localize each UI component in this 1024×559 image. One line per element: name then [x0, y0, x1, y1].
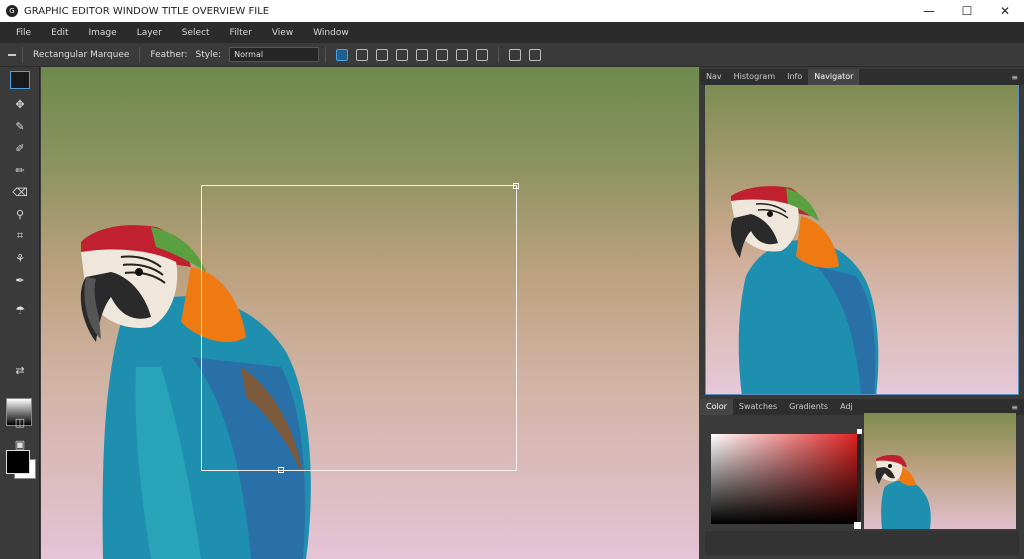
quick-mask-icon[interactable]: ◫ — [10, 413, 30, 431]
status-strip — [705, 531, 1019, 555]
app-logo-icon: G — [6, 5, 18, 17]
menu-item-select[interactable]: Select — [172, 28, 220, 38]
style-select[interactable]: Normal — [229, 47, 320, 62]
tab-nav[interactable]: Nav — [700, 69, 728, 85]
menu-item-view[interactable]: View — [262, 28, 303, 38]
menu-item-layer[interactable]: Layer — [127, 28, 172, 38]
tab-swatches[interactable]: Swatches — [733, 399, 783, 415]
divider — [325, 46, 327, 63]
divider — [139, 46, 141, 63]
window-title: GRAPHIC EDITOR WINDOW TITLE OVERVIEW FIL… — [24, 5, 270, 17]
move-tool-icon[interactable]: ✥ — [10, 95, 30, 113]
foreground-color-tool[interactable] — [10, 71, 30, 89]
feather-label: Feather: — [150, 49, 188, 60]
tab-color[interactable]: Color — [700, 399, 733, 415]
layers-icon[interactable] — [529, 48, 542, 61]
swap-colors-icon[interactable]: ⇄ — [10, 361, 30, 379]
subtract-selection-icon[interactable] — [376, 48, 389, 61]
tab-info[interactable]: Info — [781, 69, 808, 85]
align-left-icon[interactable] — [416, 48, 429, 61]
lasso-tool-icon[interactable]: ✎ — [10, 117, 30, 135]
align-right-icon[interactable] — [456, 48, 469, 61]
align-center-icon[interactable] — [436, 48, 449, 61]
tab-histogram[interactable]: Histogram — [728, 69, 782, 85]
menu-bar: File Edit Image Layer Select Filter View… — [0, 22, 1024, 43]
smudge-tool-icon[interactable]: ☂ — [10, 301, 30, 319]
distribute-icon[interactable] — [476, 48, 489, 61]
pen-tool-icon[interactable]: ✒ — [10, 271, 30, 289]
options-bar: Rectangular Marquee Feather: Style: Norm… — [0, 43, 1024, 67]
tab-adjustments[interactable]: Adj — [834, 399, 859, 415]
color-picker-field[interactable] — [711, 434, 857, 524]
document-canvas[interactable] — [41, 67, 699, 559]
hue-slider-knob[interactable] — [857, 429, 862, 434]
brush-tool-icon[interactable]: ✐ — [10, 139, 30, 157]
back-icon[interactable] — [8, 53, 16, 56]
menu-item-edit[interactable]: Edit — [41, 28, 78, 38]
menu-item-file[interactable]: File — [6, 28, 41, 38]
tab-gradients[interactable]: Gradients — [783, 399, 834, 415]
menu-item-window[interactable]: Window — [303, 28, 359, 38]
preview-parrot-image — [875, 455, 931, 529]
intersect-selection-icon[interactable] — [396, 48, 409, 61]
grid-icon[interactable] — [509, 48, 522, 61]
eraser-tool-icon[interactable]: ⌫ — [10, 183, 30, 201]
navigator-preview[interactable] — [705, 85, 1019, 395]
foreground-color-swatch[interactable] — [6, 450, 30, 474]
screen-mode-icon[interactable]: ▣ — [10, 435, 30, 453]
close-button[interactable]: ✕ — [986, 0, 1024, 22]
tools-panel: ✥ ✎ ✐ ✏ ⌫ ⚲ ⌗ ⚘ ✒ ☂ ⇄ ◫ ▣ — [0, 67, 40, 559]
menu-item-image[interactable]: Image — [79, 28, 127, 38]
crop-tool-icon[interactable]: ⌗ — [10, 227, 30, 245]
window-titlebar: G GRAPHIC EDITOR WINDOW TITLE OVERVIEW F… — [0, 0, 1024, 22]
panel-menu-icon[interactable]: ≡ — [1011, 73, 1024, 82]
tool-preset-label[interactable]: Rectangular Marquee — [29, 50, 133, 60]
add-selection-icon[interactable] — [356, 48, 369, 61]
layer-preview[interactable] — [864, 413, 1016, 529]
marquee-selection[interactable] — [201, 183, 519, 473]
divider — [498, 46, 500, 63]
divider — [22, 46, 23, 63]
color-panel-menu-icon[interactable]: ≡ — [1011, 403, 1024, 412]
dodge-tool-icon[interactable]: ⚘ — [10, 249, 30, 267]
navigator-panel-tabs: Nav Histogram Info Navigator ≡ — [700, 69, 1024, 85]
hue-slider[interactable] — [857, 430, 861, 526]
selection-handle[interactable] — [513, 183, 519, 189]
style-label: Style: — [195, 49, 222, 60]
menu-item-filter[interactable]: Filter — [220, 28, 262, 38]
navigator-parrot-image — [730, 186, 879, 394]
color-picker-knob[interactable] — [854, 522, 861, 529]
stamp-tool-icon[interactable]: ⚲ — [10, 205, 30, 223]
pencil-tool-icon[interactable]: ✏ — [10, 161, 30, 179]
minimize-button[interactable]: — — [910, 0, 948, 22]
new-selection-icon[interactable] — [336, 48, 349, 61]
right-panels: Nav Histogram Info Navigator ≡ Color Swa… — [700, 67, 1024, 559]
tab-navigator[interactable]: Navigator — [808, 69, 860, 85]
maximize-button[interactable]: ☐ — [948, 0, 986, 22]
selection-handle[interactable] — [278, 467, 284, 473]
